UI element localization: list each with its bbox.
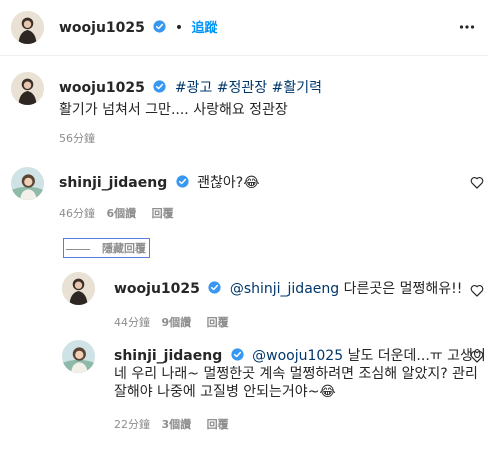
reply-time[interactable]: 22分鐘 (114, 418, 150, 431)
follow-button[interactable]: 追蹤 (192, 21, 218, 36)
hashtag-link[interactable]: #활기력 (272, 80, 322, 96)
comment-username[interactable]: shinji_jidaeng (59, 175, 167, 191)
reply-text-line2: 네 우리 나래~ 멀쩡한곳 계속 멀쩡하려면 조심해 알았지? 관리 (114, 366, 478, 382)
like-heart-icon[interactable] (470, 176, 484, 189)
caption-username[interactable]: wooju1025 (59, 80, 145, 96)
verified-badge-icon (176, 175, 189, 188)
header-divider (0, 55, 488, 56)
commenter-avatar[interactable] (11, 167, 44, 200)
reply-text-line3: 잘해야 나중에 고질병 안되는거야~😂 (114, 384, 336, 400)
avatar-image-icon (62, 340, 95, 373)
header-dot: • (174, 20, 184, 36)
like-heart-icon[interactable] (470, 284, 484, 297)
hide-replies-line (66, 248, 90, 250)
avatar-image-icon (11, 72, 44, 105)
reply-avatar[interactable] (62, 340, 95, 373)
hide-replies-button[interactable]: 隱藏回覆 (63, 238, 150, 258)
avatar-image-icon (11, 167, 44, 200)
hashtag-link[interactable]: #광고 (175, 80, 213, 96)
reply-button[interactable]: 回覆 (207, 316, 229, 329)
more-options-icon[interactable] (459, 19, 475, 35)
like-heart-icon[interactable] (470, 350, 484, 363)
verified-badge-icon (208, 281, 221, 294)
verified-badge-icon (153, 20, 166, 33)
comment-likes[interactable]: 6個讚 (107, 207, 137, 220)
caption-text: 활기가 넘쳐서 그만.... 사랑해요 정관장 (59, 102, 288, 118)
avatar-image-icon (62, 272, 95, 305)
reply-username[interactable]: shinji_jidaeng (114, 348, 222, 364)
verified-badge-icon (153, 80, 166, 93)
reply-username[interactable]: wooju1025 (114, 281, 200, 297)
caption-avatar[interactable] (11, 72, 44, 105)
reply-time[interactable]: 44分鐘 (114, 316, 150, 329)
author-avatar[interactable] (11, 11, 44, 44)
reply-likes[interactable]: 3個讚 (162, 418, 192, 431)
mention-link[interactable]: @shinji_jidaeng (230, 281, 339, 297)
avatar-image-icon (11, 11, 44, 44)
hashtag-link[interactable]: #정관장 (217, 80, 267, 96)
comment-time[interactable]: 46分鐘 (59, 207, 95, 220)
reply-button[interactable]: 回覆 (152, 207, 174, 220)
reply-avatar[interactable] (62, 272, 95, 305)
header-username[interactable]: wooju1025 (59, 20, 145, 36)
reply-text-line1: 날도 더운데...ㅠ 고생이 (347, 348, 486, 364)
comment-text: 괜찮아?😂 (197, 175, 260, 191)
verified-badge-icon (231, 348, 244, 361)
hide-replies-label: 隱藏回覆 (102, 242, 146, 255)
reply-likes[interactable]: 9個讚 (162, 316, 192, 329)
reply-button[interactable]: 回覆 (207, 418, 229, 431)
reply-text: 다른곳은 멀쩡해유!! (343, 281, 463, 297)
mention-link[interactable]: @wooju1025 (252, 348, 343, 364)
caption-time[interactable]: 56分鐘 (59, 130, 95, 146)
